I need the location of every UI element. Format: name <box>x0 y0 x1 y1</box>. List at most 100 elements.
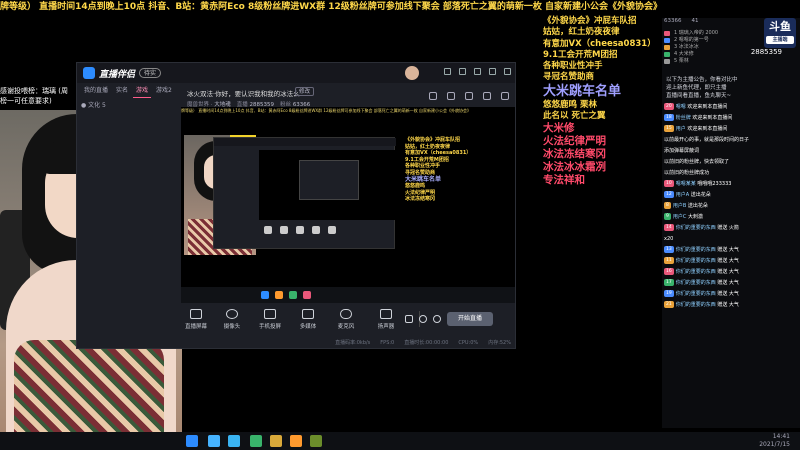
chat-text: 欢迎来到本直播间 <box>687 126 728 132</box>
settings-icon[interactable] <box>501 92 509 100</box>
app-icon[interactable] <box>290 435 302 447</box>
chat-header: 63366 41 1 瑞璃入帝的 2000 2 嗯嗯的第一号 3 冰法冰冰 4 … <box>662 18 800 64</box>
overlay-name: 冰法冰冰霜冽 <box>543 161 606 174</box>
overlay-line: 寻冠名赞助商 <box>543 72 595 83</box>
chat-username[interactable]: 用户C <box>673 214 687 220</box>
phone-icon <box>264 309 276 319</box>
chat-text: 以前旧的粉丝牌成功 <box>664 170 710 176</box>
scene-tabs: 我的直播 实名 游戏 游戏2 <box>77 84 181 98</box>
floral-dress <box>14 340 164 446</box>
douyu-logo: 斗鱼 主播端 <box>764 18 796 48</box>
app-icon[interactable] <box>250 435 262 447</box>
app-icon[interactable] <box>228 435 240 447</box>
level-badge: 12 <box>664 191 674 198</box>
phone-cast-button[interactable]: 手机投屏 <box>255 309 285 330</box>
preview-marquee: 牌等级） 直播时间14点到晚上10点 抖音、B站：黄赤阿Eco 8级粉丝牌进WX… <box>181 108 472 113</box>
overlay-name: 大米修 <box>543 122 575 135</box>
chat-username[interactable]: 你们的重要的东西 <box>676 291 716 297</box>
level-badge: 13 <box>664 246 674 253</box>
mail-icon[interactable] <box>444 68 451 75</box>
stream-preview[interactable]: 牌等级） 直播时间14点到晚上10点 抖音、B站：黄赤阿Eco 8级粉丝牌进WX… <box>181 107 515 303</box>
chat-username[interactable]: 用户 <box>676 126 686 132</box>
chat-username[interactable]: 你们的重要的东西 <box>676 225 716 231</box>
overlay-title: 大米跳车名单 <box>543 83 622 99</box>
camera-button[interactable]: 摄像头 <box>217 309 247 330</box>
overlay-name: 冰法冻结寒冈 <box>543 148 606 161</box>
chat-text: x20 <box>664 236 674 242</box>
chat-text: 以前旧的粉丝牌，快去领取了 <box>664 159 730 165</box>
speaker-button[interactable]: 扬声器 <box>371 309 401 330</box>
chat-username[interactable]: 你们的重要的东西 <box>676 269 716 275</box>
gear-icon[interactable] <box>459 68 466 75</box>
thanks-caption: 感谢投喂榜：瑞璃 (周榜一可任意要求) <box>0 87 68 105</box>
overlay-name: 火法纪律严明 <box>543 135 606 148</box>
camera-icon <box>226 309 238 319</box>
app-icon[interactable] <box>270 435 282 447</box>
overlay-name: 悠悠鹿鸣 栗林 <box>543 99 597 110</box>
start-live-button[interactable]: 开始直播 <box>447 312 493 326</box>
app-icon[interactable] <box>208 435 220 447</box>
preview-nested-app <box>213 137 396 249</box>
app-icon[interactable] <box>310 435 322 447</box>
share-icon[interactable] <box>465 92 473 100</box>
chat-username[interactable]: 嗯嗯某某 <box>676 181 696 187</box>
tab-game-2[interactable]: 游戏2 <box>153 84 175 98</box>
bell-icon[interactable] <box>483 92 491 100</box>
chat-message: 18 粉丝牌 欢迎来到本直播间 <box>662 113 800 124</box>
chat-text: 赠送 大气 <box>717 302 739 308</box>
chat-username[interactable]: 你们的重要的东西 <box>676 247 716 253</box>
chat-message: 17 你们的重要的东西 赠送 大气 <box>662 278 800 289</box>
chat-text: 赠送 火箭 <box>717 225 739 231</box>
chat-message: x20 <box>662 234 800 245</box>
chat-username[interactable]: 你们的重要的东西 <box>676 280 716 286</box>
taskbar: 14:41 2021/7/15 <box>0 432 800 450</box>
status-bar: 直播码率:0kb/s FPS:0 直播时长:00:00:00 CPU:0% 内存… <box>335 340 511 346</box>
menu-icon[interactable] <box>474 68 481 75</box>
chat-message: 以前旧的粉丝牌，快去领取了 <box>662 157 800 168</box>
streaming-app-window: 直播伴侣 待实 我的直播 实名 游戏 游戏2 ● 文化 5 冰火双法·你好，要认… <box>76 62 516 349</box>
tab-realname[interactable]: 实名 <box>113 84 131 98</box>
tab-my-live[interactable]: 我的直播 <box>81 84 111 98</box>
status-badge[interactable]: 待实 <box>139 68 162 78</box>
chat-username[interactable]: 用户B <box>673 203 686 209</box>
chat-username[interactable]: 嗯嗯 <box>676 104 686 110</box>
scene-item[interactable]: ● 文化 5 <box>81 100 106 109</box>
chat-username[interactable]: 用户A <box>676 192 689 198</box>
app-icon[interactable] <box>186 435 198 447</box>
gear-icon[interactable] <box>433 315 441 323</box>
preview-taskbar <box>181 287 515 303</box>
chat-messages[interactable]: 20 嗯嗯 欢迎来到本直播间 18 粉丝牌 欢迎来到本直播间 15 用户 欢迎来到本直播间… <box>662 102 800 311</box>
level-badge: 11 <box>664 257 674 264</box>
screen-capture-button[interactable]: 直播屏幕 <box>181 309 211 330</box>
chat-message: 15 用户 欢迎来到本直播间 <box>662 124 800 135</box>
monitor-icon <box>190 309 202 319</box>
tab-game[interactable]: 游戏 <box>133 84 152 98</box>
pin-icon[interactable] <box>447 92 455 100</box>
level-badge: 16 <box>664 268 674 275</box>
chat-message: 添加弹幕屏蔽词 <box>662 146 800 157</box>
edit-title-button[interactable]: 修改 <box>295 87 315 96</box>
overlay-line: 姑姑，红土奶夜夜律 <box>543 27 620 38</box>
chat-username[interactable]: 你们的重要的东西 <box>676 302 716 308</box>
close-icon[interactable] <box>504 68 511 75</box>
media-icon <box>302 309 314 319</box>
chat-message: 21 你们的重要的东西 赠送 大气 <box>662 300 800 311</box>
chat-username[interactable]: 你们的重要的东西 <box>676 258 716 264</box>
minimize-icon[interactable] <box>489 68 496 75</box>
home-icon[interactable] <box>429 92 437 100</box>
room-number: 2885359 <box>750 48 782 56</box>
source-toolbar: 直播屏幕 摄像头 手机投屏 多媒体 麦克风 扬声器 开始直播 <box>181 305 515 335</box>
chat-text: 哦哦哦233333 <box>697 181 732 187</box>
multimedia-button[interactable]: 多媒体 <box>293 309 323 330</box>
gift-rank-list: 1 瑞璃入帝的 2000 2 嗯嗯的第一号 3 冰法冰冰 4 大米修 5 栗林 <box>664 30 760 65</box>
chat-username[interactable]: 粉丝牌 <box>676 115 691 121</box>
chat-message: 以前最开心的事，就是那段时间的日子 <box>662 135 800 146</box>
avatar[interactable] <box>405 66 419 80</box>
microphone-button[interactable]: 麦克风 <box>331 309 361 330</box>
chat-text: 送出花朵 <box>690 192 711 198</box>
preview-overlay-text: 《外貌协会》冲屁车队招 姑姑，红土奶夜夜律 有意加VX（cheesa0831） … <box>405 137 472 203</box>
info-icon[interactable] <box>419 315 427 323</box>
app-titlebar[interactable]: 直播伴侣 待实 <box>77 63 515 83</box>
record-icon[interactable] <box>405 315 413 323</box>
system-clock: 14:41 2021/7/15 <box>759 433 790 448</box>
